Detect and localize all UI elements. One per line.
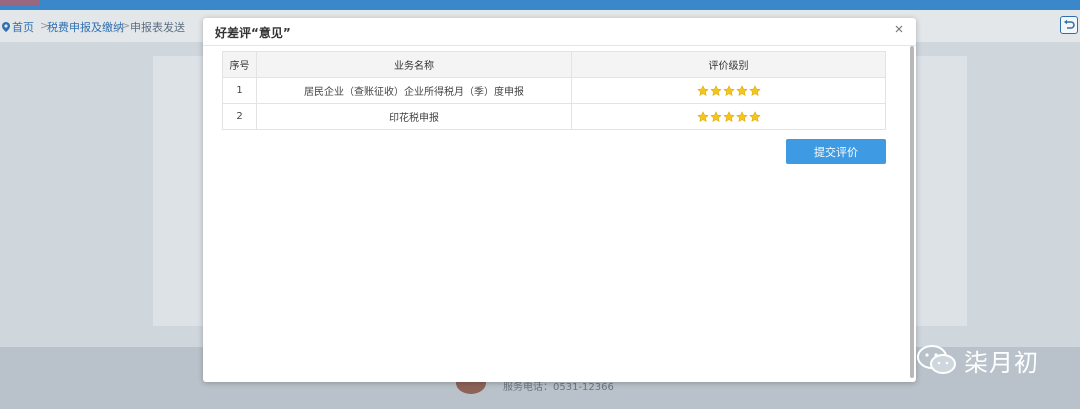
- star-icon[interactable]: [709, 84, 722, 97]
- column-header-name: 业务名称: [256, 51, 572, 78]
- breadcrumb-current: 申报表发送: [130, 21, 185, 34]
- table-row: 2 印花税申报: [222, 103, 886, 130]
- row-index: 1: [222, 77, 257, 104]
- dialog-scrollbar[interactable]: [910, 46, 914, 378]
- top-header-bar: [0, 0, 1080, 10]
- row-index: 2: [222, 103, 257, 130]
- breadcrumb-section[interactable]: 税费申报及缴纳: [47, 19, 124, 35]
- star-icon[interactable]: [748, 110, 761, 123]
- star-icon[interactable]: [722, 110, 735, 123]
- dialog-title: 好差评“意见”: [215, 26, 291, 40]
- column-header-index: 序号: [222, 51, 257, 78]
- column-header-rating: 评价级别: [571, 51, 886, 78]
- star-icon[interactable]: [748, 84, 761, 97]
- star-rating[interactable]: [696, 84, 761, 97]
- close-icon[interactable]: [892, 22, 906, 36]
- row-rating: [571, 103, 886, 130]
- star-icon[interactable]: [735, 110, 748, 123]
- location-pin-icon: [2, 22, 10, 32]
- back-button[interactable]: [1060, 16, 1078, 34]
- wechat-icon: [917, 345, 956, 374]
- header-logo-fragment: [0, 0, 40, 6]
- watermark: 柒月初: [916, 343, 1039, 377]
- star-icon[interactable]: [722, 84, 735, 97]
- row-rating: [571, 77, 886, 104]
- dialog-divider: [203, 45, 916, 46]
- row-business-name: 居民企业（查账征收）企业所得税月（季）度申报: [256, 77, 572, 104]
- table-row: 1 居民企业（查账征收）企业所得税月（季）度申报: [222, 77, 886, 104]
- star-icon[interactable]: [696, 84, 709, 97]
- back-icon: [1064, 19, 1075, 29]
- rating-table: 序号 业务名称 评价级别 1 居民企业（查账征收）企业所得税月（季）度申报 2 …: [222, 51, 886, 130]
- star-icon[interactable]: [696, 110, 709, 123]
- breadcrumb-home[interactable]: 首页: [2, 19, 34, 35]
- star-rating[interactable]: [696, 110, 761, 123]
- table-header-row: 序号 业务名称 评价级别: [222, 51, 886, 78]
- rating-dialog: 好差评“意见” 序号 业务名称 评价级别 1 居民企业（查账征收）企业所得税月（…: [203, 18, 916, 382]
- star-icon[interactable]: [709, 110, 722, 123]
- watermark-text: 柒月初: [964, 348, 1039, 377]
- row-business-name: 印花税申报: [256, 103, 572, 130]
- submit-rating-button[interactable]: 提交评价: [786, 139, 886, 164]
- star-icon[interactable]: [735, 84, 748, 97]
- breadcrumb-home-label: 首页: [12, 21, 34, 34]
